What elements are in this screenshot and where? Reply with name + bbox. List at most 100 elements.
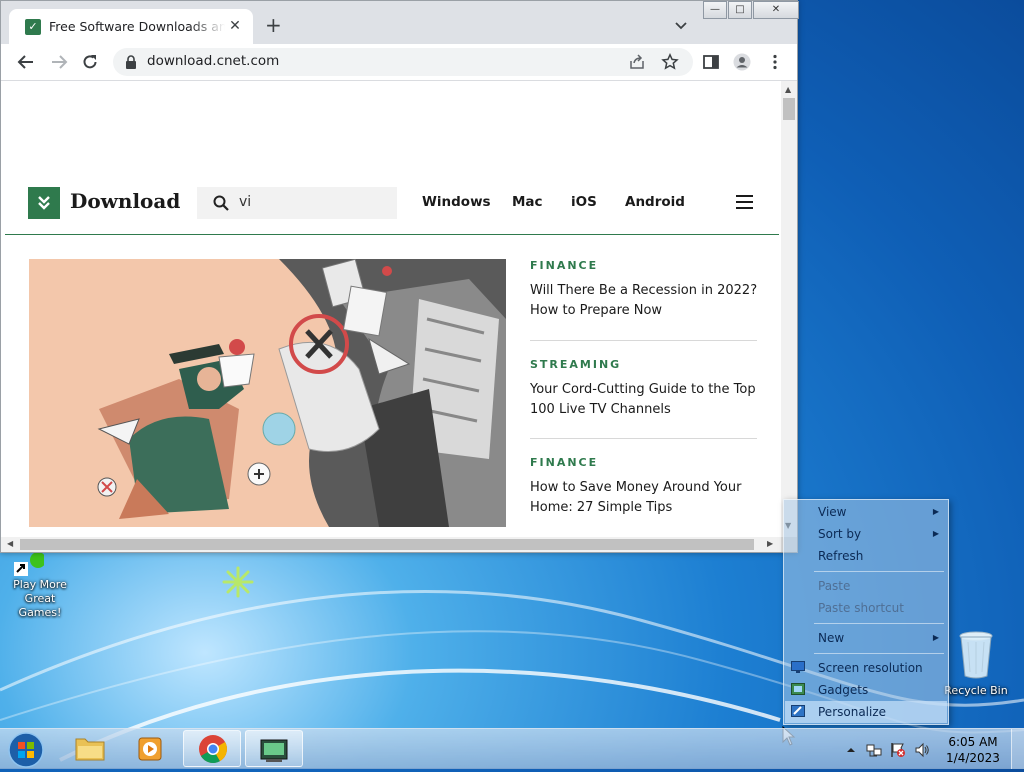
article-category[interactable]: FINANCE bbox=[530, 456, 758, 469]
volume-speaker-icon[interactable] bbox=[914, 742, 930, 758]
gadgets-icon bbox=[791, 683, 805, 695]
browser-toolbar: download.cnet.com bbox=[1, 44, 797, 81]
article-headline[interactable]: How to Save Money Around Your Home: 27 S… bbox=[530, 478, 758, 518]
recycle-bin-icon bbox=[959, 631, 993, 679]
new-tab-plus-icon[interactable]: + bbox=[265, 15, 282, 35]
tab-close-icon[interactable]: ✕ bbox=[227, 18, 243, 34]
tab-title: Free Software Downloads and Re bbox=[49, 19, 225, 34]
taskbar-chrome[interactable] bbox=[183, 730, 241, 767]
desktop-context-menu: View ▶ Sort by ▶ Refresh Paste Paste sho… bbox=[783, 499, 949, 725]
menu-item-new[interactable]: New ▶ bbox=[785, 627, 947, 649]
article-headline-line: Your Cord-Cutting Guide to the Top bbox=[530, 382, 756, 397]
maximize-icon[interactable]: □ bbox=[728, 1, 752, 19]
nav-ios[interactable]: iOS bbox=[571, 194, 597, 210]
games-icon bbox=[14, 552, 44, 576]
site-logo-text[interactable]: Download bbox=[70, 189, 180, 213]
horizontal-scroll-thumb[interactable] bbox=[20, 539, 754, 550]
menu-item-paste[interactable]: Paste bbox=[785, 575, 947, 597]
desktop-icon-label: Play More bbox=[13, 578, 67, 591]
article-card[interactable]: FINANCE How to Save Money Around Your Ho… bbox=[530, 456, 758, 518]
menu-item-gadgets[interactable]: Gadgets bbox=[785, 679, 947, 701]
wallpaper-star bbox=[222, 566, 254, 598]
browser-tab[interactable]: ✓ Free Software Downloads and Re ✕ bbox=[9, 9, 253, 44]
system-clock[interactable]: 6:05 AM 1/4/2023 bbox=[942, 734, 1004, 766]
menu-item-refresh[interactable]: Refresh bbox=[785, 545, 947, 567]
menu-separator bbox=[814, 653, 944, 654]
article-separator bbox=[530, 438, 757, 439]
article-card[interactable]: STREAMING Your Cord-Cutting Guide to the… bbox=[530, 358, 758, 420]
submenu-arrow-icon: ▶ bbox=[932, 633, 939, 642]
header-divider bbox=[5, 234, 779, 235]
network-icon[interactable] bbox=[866, 742, 882, 758]
scroll-up-arrow-icon[interactable]: ▲ bbox=[785, 85, 791, 94]
menu-item-personalize[interactable]: Personalize bbox=[785, 701, 947, 723]
search-query: vi bbox=[239, 194, 252, 210]
menu-item-label: Refresh bbox=[818, 549, 864, 563]
article-headline-line: How to Prepare Now bbox=[530, 303, 663, 318]
article-category[interactable]: STREAMING bbox=[530, 358, 758, 371]
screen-resolution-icon bbox=[791, 661, 805, 673]
site-search-input[interactable]: vi bbox=[197, 187, 397, 219]
menu-item-view[interactable]: View ▶ bbox=[785, 501, 947, 523]
chrome-window: ✓ Free Software Downloads and Re ✕ + — □… bbox=[0, 0, 799, 553]
menu-item-paste-shortcut[interactable]: Paste shortcut bbox=[785, 597, 947, 619]
action-center-flag-icon[interactable] bbox=[890, 742, 906, 758]
show-desktop-button[interactable] bbox=[1011, 729, 1024, 769]
personalize-icon bbox=[791, 705, 805, 717]
chrome-icon bbox=[199, 735, 227, 763]
minimize-icon[interactable]: — bbox=[703, 1, 727, 19]
taskbar-app[interactable] bbox=[245, 730, 303, 767]
article-headline-line: Will There Be a Recession in 2022? bbox=[530, 283, 758, 298]
desktop-icon-play-games[interactable]: Play More Great Games! bbox=[2, 552, 78, 620]
scroll-left-arrow-icon[interactable]: ◀ bbox=[7, 539, 13, 548]
article-category[interactable]: FINANCE bbox=[530, 259, 758, 272]
download-logo-icon[interactable] bbox=[28, 187, 60, 219]
vertical-scrollbar[interactable]: ▲ ▼ bbox=[781, 81, 797, 537]
forward-arrow-icon[interactable] bbox=[50, 53, 68, 71]
back-arrow-icon[interactable] bbox=[17, 53, 35, 71]
desktop-icon-recycle-bin[interactable]: Recycle Bin bbox=[942, 630, 1010, 698]
submenu-arrow-icon: ▶ bbox=[932, 507, 939, 516]
close-window-icon[interactable]: ✕ bbox=[753, 1, 799, 19]
page-viewport: Download vi Windows Mac iOS Android FINA… bbox=[1, 81, 781, 537]
hero-illustration[interactable] bbox=[29, 259, 506, 527]
menu-item-label: Personalize bbox=[818, 705, 887, 719]
url-text: download.cnet.com bbox=[147, 53, 280, 69]
menu-item-label: Gadgets bbox=[818, 683, 869, 697]
vertical-scroll-thumb[interactable] bbox=[783, 98, 795, 120]
bookmark-star-icon[interactable] bbox=[661, 53, 679, 71]
share-icon[interactable] bbox=[629, 54, 645, 70]
tab-search-chevron-icon[interactable] bbox=[673, 17, 689, 33]
article-card[interactable]: FINANCE Will There Be a Recession in 202… bbox=[530, 259, 758, 321]
taskbar-explorer[interactable] bbox=[61, 730, 119, 767]
more-menu-icon[interactable] bbox=[766, 53, 784, 71]
lock-icon bbox=[126, 55, 136, 69]
side-panel-icon[interactable] bbox=[702, 53, 720, 71]
article-headline[interactable]: Your Cord-Cutting Guide to the Top 100 L… bbox=[530, 380, 758, 420]
menu-item-label: Paste shortcut bbox=[818, 601, 904, 615]
address-bar[interactable]: download.cnet.com bbox=[113, 48, 693, 76]
start-orb-icon[interactable] bbox=[6, 731, 46, 769]
desktop-icon-label: Recycle Bin bbox=[944, 684, 1008, 697]
nav-windows[interactable]: Windows bbox=[422, 194, 491, 210]
scroll-right-arrow-icon[interactable]: ▶ bbox=[767, 539, 773, 548]
nav-android[interactable]: Android bbox=[625, 194, 685, 210]
profile-avatar-icon[interactable] bbox=[733, 53, 751, 71]
menu-item-label: Sort by bbox=[818, 527, 862, 541]
menu-item-label: New bbox=[818, 631, 845, 645]
taskbar-media-player[interactable] bbox=[122, 730, 180, 767]
menu-item-screen-resolution[interactable]: Screen resolution bbox=[785, 657, 947, 679]
app-window-icon bbox=[260, 739, 288, 762]
reload-icon[interactable] bbox=[81, 53, 99, 71]
download-favicon-icon: ✓ bbox=[25, 18, 41, 35]
nav-mac[interactable]: Mac bbox=[512, 194, 543, 210]
clock-time: 6:05 AM bbox=[948, 735, 998, 749]
hamburger-menu-icon[interactable] bbox=[736, 195, 753, 209]
article-headline[interactable]: Will There Be a Recession in 2022? How t… bbox=[530, 281, 758, 321]
show-hidden-icons-icon[interactable] bbox=[843, 742, 859, 758]
menu-item-label: Screen resolution bbox=[818, 661, 923, 675]
horizontal-scrollbar[interactable]: ◀ ▶ bbox=[1, 537, 781, 552]
menu-item-sort-by[interactable]: Sort by ▶ bbox=[785, 523, 947, 545]
menu-item-label: Paste bbox=[818, 579, 851, 593]
article-headline-line: 100 Live TV Channels bbox=[530, 402, 671, 417]
